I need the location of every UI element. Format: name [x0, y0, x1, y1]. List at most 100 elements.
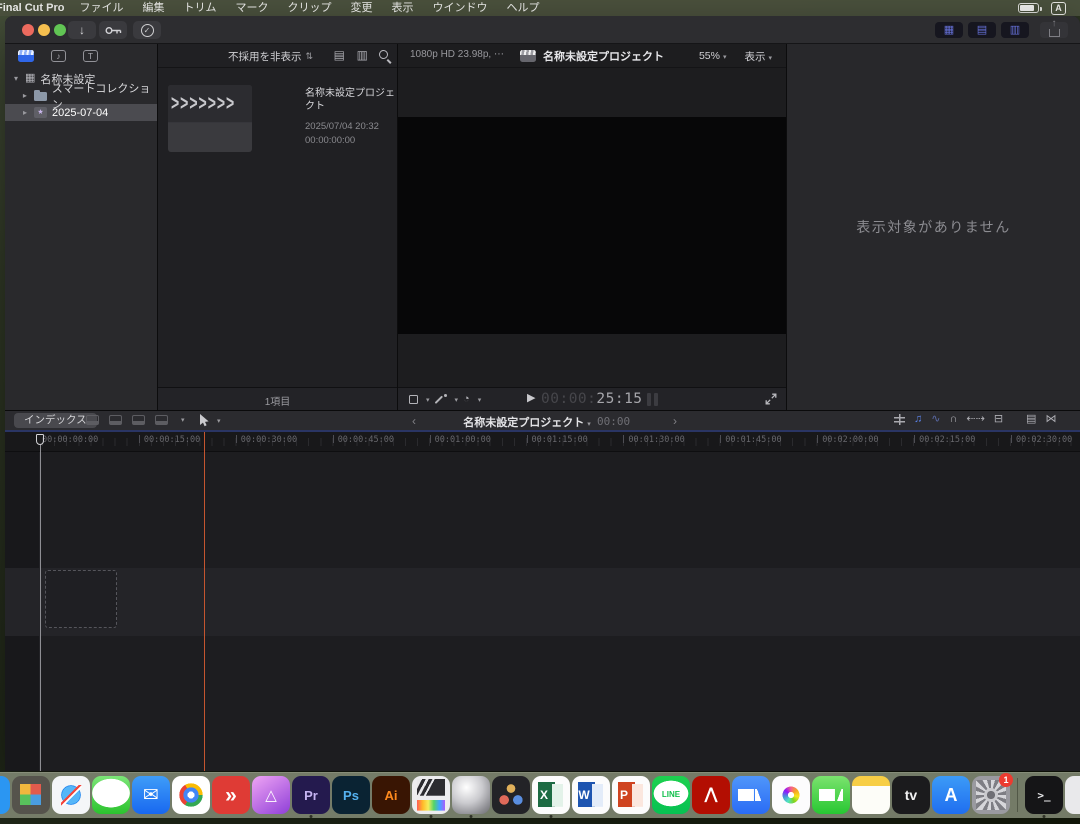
acrobat-dock-icon[interactable]: ⋀ — [692, 776, 730, 818]
smart-collection-row[interactable]: ▸ スマートコレクション — [5, 87, 157, 104]
input-source-icon[interactable]: A — [1051, 2, 1066, 15]
timeline-history-back[interactable]: ‹ — [412, 414, 416, 428]
filmstrip-view-toggle[interactable]: ▥ — [357, 49, 368, 61]
clip-appearance-button[interactable]: ⊟ — [994, 414, 1003, 425]
zoom-level-dropdown[interactable]: 55%▾ — [699, 50, 727, 62]
skimming-toggle[interactable] — [894, 414, 905, 425]
photos-dock-icon[interactable] — [772, 776, 810, 818]
close-window-button[interactable] — [22, 24, 34, 36]
timeline-area[interactable] — [5, 452, 1080, 771]
finder-dock-icon[interactable] — [0, 776, 10, 818]
tool-selector[interactable]: ▾ — [199, 414, 221, 427]
timeline-history-forward[interactable]: › — [673, 414, 677, 428]
chevron-down-icon: ▾ — [478, 396, 482, 404]
crop-tool-icon[interactable] — [409, 395, 418, 404]
clip-view-toggle[interactable]: ▤ — [334, 49, 345, 61]
show-inspector-button[interactable]: ▥ — [1001, 22, 1029, 38]
chrome-dock-icon[interactable] — [172, 776, 210, 818]
messages-dock-icon[interactable] — [92, 776, 130, 818]
disclosure-closed-icon[interactable]: ▸ — [21, 108, 29, 117]
background-tasks-button[interactable]: ✓ — [133, 21, 161, 39]
play-button[interactable]: ▶ — [527, 393, 535, 404]
project-thumbnail[interactable]: >>>>>>> — [168, 85, 252, 152]
safari-dock-icon[interactable] — [52, 776, 90, 818]
search-icon[interactable] — [379, 50, 388, 59]
facetime-dock-icon[interactable] — [812, 776, 850, 818]
index-button[interactable]: インデックス — [14, 413, 97, 428]
show-browser-button[interactable]: ▦ — [935, 22, 963, 38]
headphones-icon[interactable]: ∩ — [949, 414, 957, 425]
app-store-dock-icon[interactable]: A — [932, 776, 970, 818]
launchpad-dock-icon[interactable] — [12, 776, 50, 818]
append-clip-button[interactable] — [132, 415, 145, 425]
window-titlebar[interactable]: ↓ ✓ ▦ ▤ ▥ ↑ — [5, 16, 1080, 44]
view-options-dropdown[interactable]: 表示▾ — [744, 49, 772, 64]
line-dock-icon[interactable]: LINE — [652, 776, 690, 818]
menu-item-4[interactable]: クリップ — [287, 0, 331, 16]
bowtie-icon[interactable]: ⋈ — [1045, 414, 1056, 425]
enhancements-wand-icon[interactable] — [435, 394, 447, 406]
affinity-photo-dock-icon[interactable]: △ — [252, 776, 290, 818]
chevron-down-icon[interactable]: ▾ — [181, 416, 185, 424]
menu-item-3[interactable]: マーク — [235, 0, 268, 16]
menu-item-2[interactable]: トリム — [183, 0, 216, 16]
silver-round-app-dock-icon[interactable] — [452, 776, 490, 818]
retime-icon[interactable]: ◔ — [463, 394, 470, 405]
app-menu-title[interactable]: Final Cut Pro — [0, 0, 64, 16]
menu-items: ファイル 編集 トリム マーク クリップ 変更 表示 ウインドウ ヘルプ — [79, 0, 539, 16]
terminal-dock-icon[interactable]: >_ — [1025, 776, 1063, 818]
powerpoint-dock-icon[interactable]: P — [612, 776, 650, 818]
keyword-editor-button[interactable] — [99, 21, 127, 39]
snapping-toggle[interactable]: ⇠⇢ — [966, 414, 984, 425]
word-dock-icon[interactable]: W — [572, 776, 610, 818]
viewer-timecode[interactable]: 00:00:25:15 — [541, 391, 643, 407]
zoom-window-button[interactable] — [54, 24, 66, 36]
timeline-ruler[interactable]: 00:00:00:0000:00:15:0000:00:30:0000:00:4… — [5, 432, 1080, 452]
timeline-display-button[interactable]: ▤ — [1026, 414, 1036, 425]
menu-item-0[interactable]: ファイル — [79, 0, 123, 16]
fullscreen-button[interactable] — [765, 393, 777, 405]
audio-skimming-toggle[interactable]: ♫ — [914, 414, 922, 425]
timeline-project-title[interactable]: 名称未設定プロジェクト▾ — [463, 414, 591, 430]
menu-item-1[interactable]: 編集 — [142, 0, 164, 16]
show-timeline-button[interactable]: ▤ — [968, 22, 996, 38]
disclosure-closed-icon[interactable]: ▸ — [21, 91, 29, 100]
connect-clip-button[interactable] — [86, 415, 99, 425]
photoshop-dock-icon[interactable]: Ps — [332, 776, 370, 818]
mail-dock-icon[interactable]: ✉ — [132, 776, 170, 818]
system-settings-dock-icon[interactable]: 1 — [972, 776, 1010, 818]
primary-storyline[interactable] — [5, 568, 1080, 636]
minimize-window-button[interactable] — [38, 24, 50, 36]
playhead-pin[interactable] — [36, 434, 44, 445]
davinci-resolve-dock-icon[interactable] — [492, 776, 530, 818]
menu-item-5[interactable]: 変更 — [350, 0, 372, 16]
audio-meters[interactable] — [647, 393, 658, 406]
red-arrows-app-dock-icon[interactable]: » — [212, 776, 250, 818]
playhead-line[interactable] — [40, 445, 41, 771]
import-media-button[interactable]: ↓ — [68, 21, 96, 39]
affinity-photo-glyph: △ — [265, 788, 277, 803]
illustrator-dock-icon[interactable]: Ai — [372, 776, 410, 818]
menu-item-8[interactable]: ヘルプ — [506, 0, 539, 16]
project-name[interactable]: 名称未設定プロジェクト — [305, 88, 397, 113]
premiere-pro-dock-icon[interactable]: Pr — [292, 776, 330, 818]
menu-item-6[interactable]: 表示 — [391, 0, 413, 16]
notes-dock-icon[interactable] — [852, 776, 890, 818]
clip-placeholder[interactable] — [45, 570, 117, 628]
share-button[interactable]: ↑ — [1040, 22, 1068, 38]
apple-tv-dock-icon[interactable]: tv — [892, 776, 930, 818]
unknown-partial-app-dock-icon[interactable] — [1065, 776, 1080, 818]
photos-audio-tab-icon[interactable]: ♪ — [51, 50, 66, 62]
filter-dropdown[interactable]: 不採用を非表示⇅ — [228, 44, 313, 68]
insert-clip-button[interactable] — [109, 415, 122, 425]
final-cut-pro-dock-icon[interactable] — [412, 776, 450, 818]
libraries-tab-icon[interactable] — [18, 50, 34, 62]
format-info[interactable]: 1080p HD 23.98p, ⋯ — [410, 49, 504, 60]
solo-toggle[interactable]: ∿ — [931, 414, 940, 425]
disclosure-open-icon[interactable]: ▾ — [12, 74, 20, 83]
titles-generators-tab-icon[interactable]: T — [83, 50, 98, 62]
zoom-dock-icon[interactable] — [732, 776, 770, 818]
excel-dock-icon[interactable]: X — [532, 776, 570, 818]
menu-item-7[interactable]: ウインドウ — [432, 0, 487, 16]
overwrite-clip-button[interactable] — [155, 415, 168, 425]
